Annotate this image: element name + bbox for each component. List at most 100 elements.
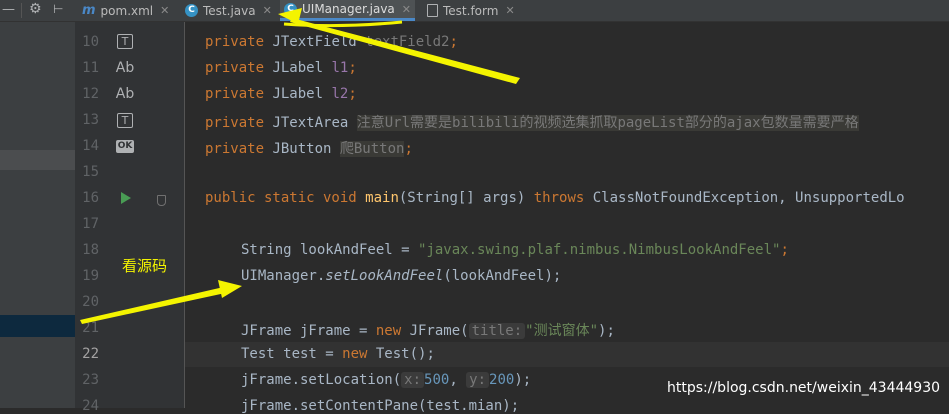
- keyword: new: [342, 346, 376, 362]
- code-line-19[interactable]: UIManager.setLookAndFeel(lookAndFeel);: [241, 268, 561, 284]
- toolbar-separator: [21, 3, 22, 18]
- watermark: https://blog.csdn.net/weixin_43444930: [667, 380, 941, 396]
- punct: );: [514, 372, 532, 388]
- punct: ,: [449, 372, 467, 388]
- type: JLabel: [272, 60, 332, 76]
- identifier: l1: [331, 60, 349, 76]
- keyword: throws: [533, 190, 593, 206]
- type: JTextField: [272, 34, 366, 50]
- button-component-icon[interactable]: OK: [116, 140, 134, 153]
- code-line-22[interactable]: Test test = new Test();: [241, 346, 435, 362]
- project-sidebar: [0, 22, 75, 408]
- line-number: 18: [82, 242, 99, 258]
- line-number: 20: [82, 294, 99, 310]
- keyword: public static void: [205, 190, 366, 206]
- code-line-14[interactable]: private JButton 爬Button;: [205, 138, 413, 158]
- arrow-head-code: [218, 280, 242, 298]
- sidebar-item[interactable]: [0, 150, 75, 170]
- punct: ;: [449, 34, 458, 50]
- method-name: main: [365, 190, 399, 206]
- type: JButton: [272, 141, 340, 157]
- code-line-10[interactable]: private JTextField textField2;: [205, 34, 458, 50]
- textarea-component-icon[interactable]: T: [117, 113, 133, 128]
- tab-label: Test.java: [203, 3, 256, 18]
- code-line-11[interactable]: private JLabel l1;: [205, 60, 357, 76]
- keyword: private: [205, 34, 273, 50]
- line-number: 15: [82, 164, 99, 180]
- params: (String[] args): [398, 190, 534, 206]
- line-number: 19: [82, 268, 99, 284]
- keyword: private: [205, 60, 273, 76]
- statement: JFrame jFrame =: [241, 323, 376, 339]
- line-number: 24: [82, 398, 99, 414]
- close-icon[interactable]: ✕: [160, 4, 169, 17]
- line-number: 17: [82, 216, 99, 232]
- close-icon[interactable]: ✕: [505, 4, 514, 17]
- java-class-icon: C: [284, 2, 297, 16]
- class-ref: UIManager.: [241, 268, 326, 284]
- code-line-12[interactable]: private JLabel l2;: [205, 86, 357, 102]
- tab-uimanager-java[interactable]: C UIManager.java ✕: [280, 0, 415, 21]
- constructor: JFrame(: [409, 323, 469, 339]
- identifier: 注意Url需要是bilibili的视频选集抓取pageList部分的ajax包数…: [356, 115, 859, 131]
- label-component-icon[interactable]: Ab: [115, 60, 135, 76]
- keyword: new: [375, 323, 410, 339]
- tab-label: pom.xml: [100, 3, 154, 18]
- number-literal: 500: [424, 372, 450, 388]
- code-line-24[interactable]: jFrame.setContentPane(test.mian);: [241, 398, 519, 414]
- code-line-13[interactable]: private JTextArea 注意Url需要是bilibili的视频选集抓…: [205, 112, 859, 132]
- collapse-icon[interactable]: ⊢: [53, 2, 63, 16]
- param-hint: x:: [401, 372, 425, 388]
- code-line-23[interactable]: jFrame.setLocation(x: 500, y: 200);: [241, 372, 531, 388]
- run-icon[interactable]: [121, 192, 131, 204]
- label-component-icon[interactable]: Ab: [115, 86, 135, 102]
- sidebar-item-selected[interactable]: [0, 315, 75, 337]
- statement: Test test =: [241, 346, 343, 362]
- editor-tab-bar: — ⚙ ⊢ m pom.xml ✕ C Test.java ✕ C UIMana…: [0, 0, 949, 22]
- code-line-16[interactable]: public static void main(String[] args) t…: [205, 190, 905, 206]
- line-number: 16: [82, 190, 99, 206]
- form-icon: [427, 4, 438, 17]
- punct: ;: [780, 242, 789, 258]
- annotation-label: 看源码: [122, 257, 168, 275]
- tab-test-form[interactable]: Test.form ✕: [427, 0, 515, 21]
- string-literal: "测试窗体": [525, 323, 599, 339]
- exceptions: ClassNotFoundException, UnsupportedLo: [592, 190, 905, 206]
- java-class-icon: C: [185, 4, 198, 17]
- statement: jFrame.setLocation(: [241, 372, 402, 388]
- line-number: 22: [82, 346, 99, 362]
- punct: );: [598, 323, 615, 339]
- close-icon[interactable]: ✕: [263, 4, 272, 17]
- tab-label: Test.form: [443, 3, 499, 18]
- textfield-component-icon[interactable]: T: [117, 34, 133, 49]
- identifier: l2: [331, 86, 349, 102]
- minus-icon[interactable]: —: [2, 2, 15, 17]
- method-call: setLookAndFeel: [325, 268, 444, 284]
- tab-pom-xml[interactable]: m pom.xml ✕: [82, 0, 169, 21]
- args: (lookAndFeel);: [443, 268, 562, 284]
- close-icon[interactable]: ✕: [402, 3, 411, 16]
- type: JTextArea: [272, 115, 357, 131]
- code-line-18[interactable]: String lookAndFeel = "javax.swing.plaf.n…: [241, 242, 789, 258]
- line-number: 21: [82, 320, 99, 336]
- line-number: 14: [82, 138, 99, 154]
- line-number: 11: [82, 60, 99, 76]
- identifier: textField2: [365, 34, 450, 50]
- tab-underline: [283, 20, 403, 28]
- line-number: 10: [82, 34, 99, 50]
- identifier: 爬Button: [339, 141, 405, 157]
- gear-icon[interactable]: ⚙: [29, 1, 42, 17]
- punct: ;: [348, 60, 357, 76]
- param-hint: title:: [468, 323, 526, 339]
- number-literal: 200: [489, 372, 515, 388]
- fold-icon[interactable]: [157, 195, 166, 206]
- keyword: private: [205, 86, 273, 102]
- statement: String lookAndFeel =: [241, 242, 419, 258]
- tab-test-java[interactable]: C Test.java ✕: [185, 0, 272, 21]
- constructor: Test();: [375, 346, 435, 362]
- toolbar-left: — ⚙ ⊢: [0, 0, 74, 21]
- maven-icon: m: [82, 3, 96, 18]
- string-literal: "javax.swing.plaf.nimbus.NimbusLookAndFe…: [418, 242, 781, 258]
- line-number: 23: [82, 372, 99, 388]
- code-line-21[interactable]: JFrame jFrame = new JFrame(title: "测试窗体")…: [241, 320, 615, 340]
